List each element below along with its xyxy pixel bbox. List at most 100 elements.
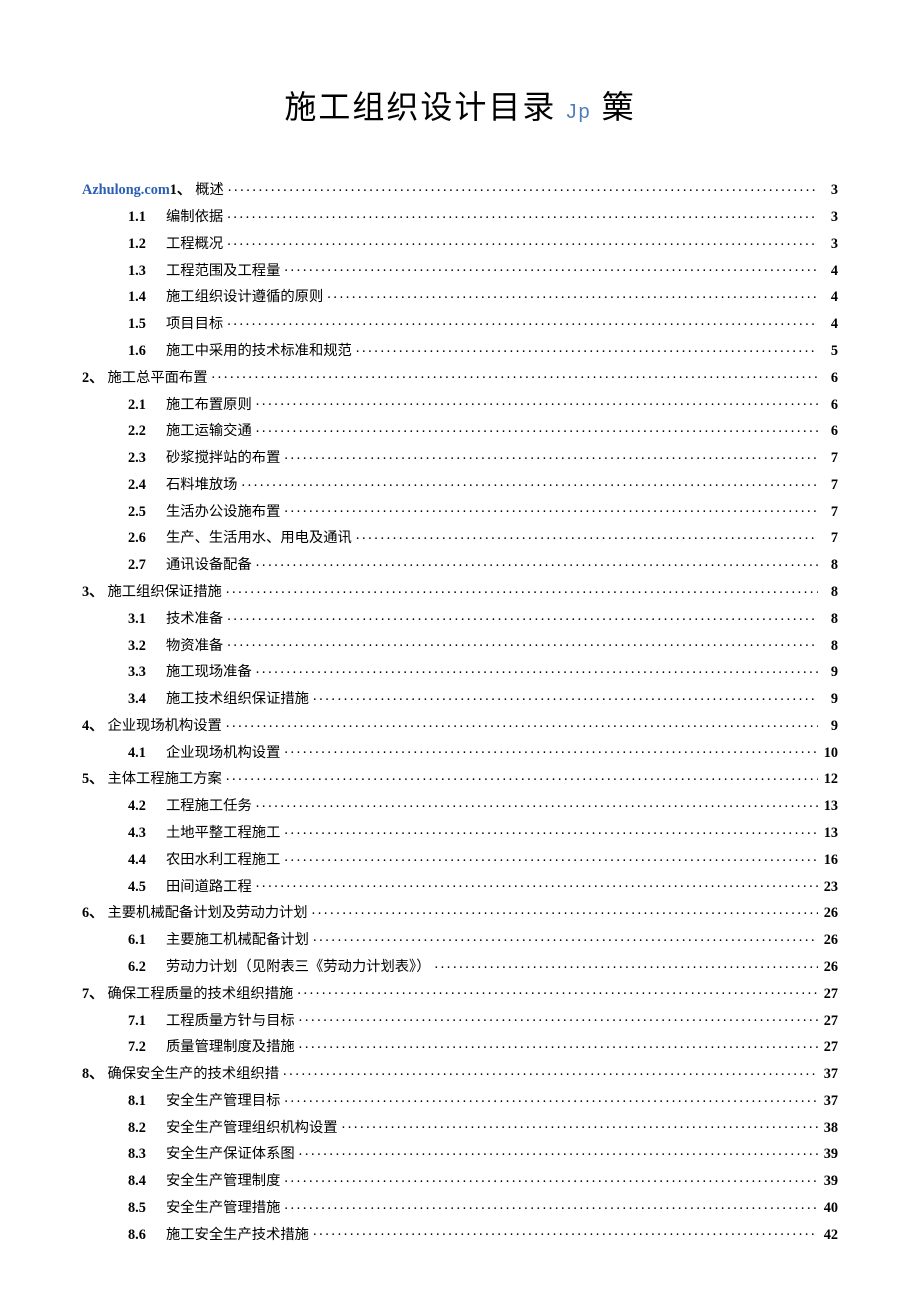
toc-entry[interactable]: 1.2工程概况 3 [82, 234, 838, 252]
toc-leader-dots [226, 769, 818, 783]
toc-entry-label: 主要机械配备计划及劳动力计划 [107, 906, 307, 920]
toc-entry-label: 企业现场机构设置 [166, 746, 280, 760]
toc-entry-page: 26 [822, 933, 838, 947]
toc-entry-number: 1.5 [128, 317, 166, 331]
toc-entry-number: 6.1 [128, 933, 166, 947]
toc-entry[interactable]: 2.2施工运输交通 6 [82, 421, 838, 439]
toc-entry[interactable]: 3.4施工技术组织保证措施 9 [82, 689, 838, 707]
toc-entry[interactable]: 4.4农田水利工程施工16 [82, 850, 838, 868]
toc-entry-number: 3.4 [128, 692, 166, 706]
toc-entry-number: 7、 [82, 987, 103, 1001]
toc-entry-label: 主要施工机械配备计划 [166, 933, 309, 947]
toc-entry-page: 12 [822, 772, 838, 786]
toc-leader-dots [256, 555, 818, 569]
toc-entry-page: 16 [822, 853, 838, 867]
toc-leader-dots [227, 207, 818, 221]
toc-leader-dots [212, 367, 818, 381]
toc-entry-page: 7 [822, 531, 838, 545]
toc-entry[interactable]: 8.3安全生产保证体系图 39 [82, 1144, 838, 1162]
toc-entry-page: 6 [822, 424, 838, 438]
toc-entry-number: 7.2 [128, 1040, 166, 1054]
toc-entry-label: 安全生产管理组织机构设置 [166, 1121, 338, 1135]
toc-entry-page: 3 [822, 237, 838, 251]
toc-entry[interactable]: 1.3工程范围及工程量 4 [82, 260, 838, 278]
toc-entry-number: 2.3 [128, 451, 166, 465]
toc-entry[interactable]: 5、主体工程施工方案12 [82, 769, 838, 787]
toc-leader-dots [284, 742, 818, 756]
toc-leader-dots [256, 796, 818, 810]
toc-entry-label: 安全生产管理措施 [166, 1201, 280, 1215]
toc-entry-number: 1.1 [128, 210, 166, 224]
toc-entry[interactable]: 2.6生产、生活用水、用电及通讯 7 [82, 528, 838, 546]
toc-entry-number: 6.2 [128, 960, 166, 974]
toc-entry-number: 8.4 [128, 1174, 166, 1188]
toc-leader-dots [256, 662, 818, 676]
toc-entry[interactable]: 2.3砂浆搅拌站的布置 7 [82, 448, 838, 466]
toc-entry[interactable]: 3.3施工现场准备 9 [82, 662, 838, 680]
toc-entry-page: 8 [822, 612, 838, 626]
table-of-contents: Azhulong.com1、概述 3 1.1编制依据 3 1.2工程概况 3 1.3工… [82, 180, 838, 1242]
toc-entry[interactable]: 8.4安全生产管理制度 39 [82, 1171, 838, 1189]
toc-entry[interactable]: 2.4石料堆放场 7 [82, 475, 838, 493]
toc-entry[interactable]: 8、确保安全生产的技术组织措37 [82, 1064, 838, 1082]
toc-entry-number: 2.6 [128, 531, 166, 545]
toc-entry[interactable]: 4、企业现场机构设置9 [82, 716, 838, 734]
toc-entry-number: 8.2 [128, 1121, 166, 1135]
toc-entry[interactable]: 6.2劳动力计划（见附表三《劳动力计划表》） 26 [82, 957, 838, 975]
toc-entry-page: 10 [822, 746, 838, 760]
title-suffix-small: Jp [566, 101, 591, 123]
toc-entry-label: 项目目标 [166, 317, 223, 331]
toc-entry[interactable]: 2.7通讯设备配备 8 [82, 555, 838, 573]
toc-entry[interactable]: 4.2工程施工任务 13 [82, 796, 838, 814]
toc-entry-page: 27 [822, 1040, 838, 1054]
toc-entry[interactable]: 3、施工组织保证措施8 [82, 582, 838, 600]
toc-entry[interactable]: 1.1编制依据 3 [82, 207, 838, 225]
toc-entry[interactable]: 4.5田间道路工程 23 [82, 876, 838, 894]
toc-leader-dots [284, 260, 818, 274]
toc-entry-label: 石料堆放场 [166, 478, 237, 492]
toc-entry[interactable]: 6.1主要施工机械配备计划 26 [82, 930, 838, 948]
toc-entry[interactable]: 1.4施工组织设计遵循的原则 4 [82, 287, 838, 305]
toc-entry-page: 8 [822, 639, 838, 653]
toc-entry[interactable]: 7.1工程质量方针与目标 27 [82, 1010, 838, 1028]
toc-entry-page: 37 [822, 1094, 838, 1108]
toc-leader-dots [313, 930, 818, 944]
toc-entry[interactable]: 1.6施工中采用的技术标准和规范 5 [82, 341, 838, 359]
toc-entry[interactable]: 8.6施工安全生产技术措施 42 [82, 1224, 838, 1242]
toc-leader-dots [284, 823, 818, 837]
toc-entry-page: 8 [822, 558, 838, 572]
toc-entry-number: 2.7 [128, 558, 166, 572]
toc-entry[interactable]: 8.5安全生产管理措施 40 [82, 1198, 838, 1216]
toc-entry-number: 8.3 [128, 1147, 166, 1161]
toc-entry[interactable]: 2.5生活办公设施布置 7 [82, 501, 838, 519]
toc-entry-page: 5 [822, 344, 838, 358]
toc-entry-label: 安全生产管理目标 [166, 1094, 280, 1108]
toc-leader-dots [256, 421, 818, 435]
toc-entry-number: 8、 [82, 1067, 103, 1081]
toc-entry-page: 4 [822, 317, 838, 331]
toc-entry[interactable]: 2.1施工布置原则 6 [82, 394, 838, 412]
toc-entry-number: 1.2 [128, 237, 166, 251]
toc-entry[interactable]: 3.1技术准备 8 [82, 609, 838, 627]
toc-entry[interactable]: 4.3土地平整工程施工13 [82, 823, 838, 841]
toc-leader-dots [226, 716, 818, 730]
toc-entry[interactable]: 7.2质量管理制度及措施 27 [82, 1037, 838, 1055]
toc-entry[interactable]: 8.2安全生产管理组织机构设置 38 [82, 1117, 838, 1135]
toc-entry-page: 6 [822, 371, 838, 385]
toc-entry[interactable]: Azhulong.com1、概述 3 [82, 180, 838, 198]
toc-entry[interactable]: 3.2物资准备 8 [82, 635, 838, 653]
toc-entry[interactable]: 4.1企业现场机构设置 10 [82, 742, 838, 760]
toc-entry[interactable]: 7、确保工程质量的技术组织措施27 [82, 983, 838, 1001]
toc-entry-page: 13 [822, 799, 838, 813]
toc-entry-page: 4 [822, 264, 838, 278]
toc-leader-dots [226, 582, 818, 596]
toc-leader-dots [313, 689, 818, 703]
toc-entry[interactable]: 1.5项目目标 4 [82, 314, 838, 332]
toc-entry-number: 8.5 [128, 1201, 166, 1215]
toc-entry-number: 5、 [82, 772, 103, 786]
toc-entry-page: 6 [822, 398, 838, 412]
toc-entry[interactable]: 6、主要机械配备计划及劳动力计划26 [82, 903, 838, 921]
toc-entry[interactable]: 2、施工总平面布置6 [82, 367, 838, 385]
toc-entry[interactable]: 8.1安全生产管理目标 37 [82, 1091, 838, 1109]
toc-entry-number: 2.2 [128, 424, 166, 438]
